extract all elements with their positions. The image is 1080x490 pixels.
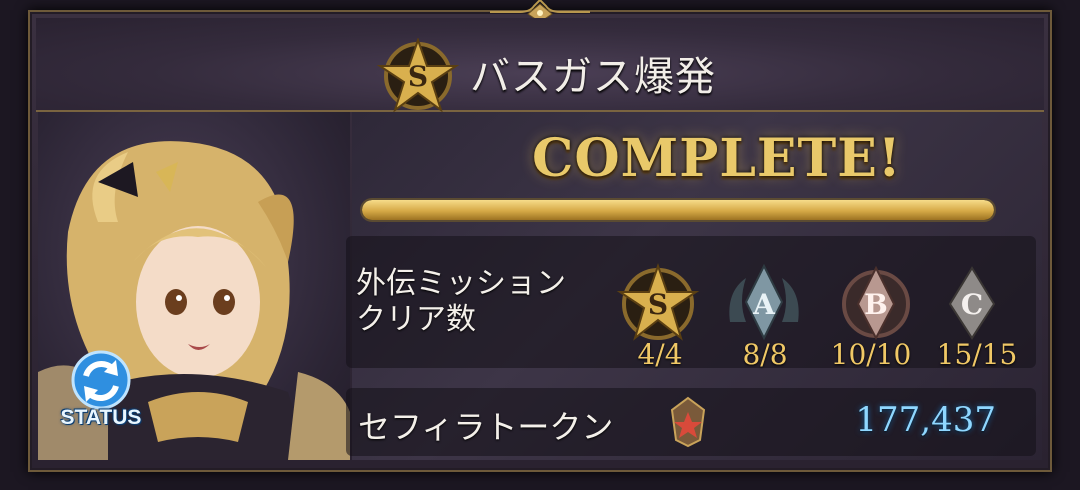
s-rank-badge-icon: S <box>616 262 700 341</box>
s-rank-emblem-icon: S <box>376 38 460 112</box>
rank-s-letter: S <box>648 288 668 321</box>
side-mission-label-line1: 外伝ミッション <box>356 266 566 301</box>
rank-c-letter: C <box>961 288 983 321</box>
rank-a-count: 8/8 <box>742 338 788 371</box>
completion-progress-bar <box>360 198 996 222</box>
complete-label: COMPLETE! <box>532 128 902 189</box>
sephira-token-label: セフィラトークン <box>358 408 614 446</box>
rank-b-letter: B <box>864 288 888 321</box>
a-rank-badge-icon: A <box>729 263 799 341</box>
rank-a-letter: A <box>752 288 776 321</box>
rank-c-count: 15/15 <box>936 338 1018 371</box>
sephira-token-icon <box>670 396 706 448</box>
side-mission-label-line2: クリア数 <box>356 302 476 337</box>
title-rank-letter: S <box>408 60 428 93</box>
status-button-label: STATUS <box>60 406 142 429</box>
rank-b-count: 10/10 <box>830 338 912 371</box>
completion-progress-fill <box>362 200 994 220</box>
sephira-token-value: 177,437 <box>855 400 996 440</box>
c-rank-badge-icon: C <box>948 266 996 340</box>
status-button[interactable]: STATUS <box>46 346 156 442</box>
rank-s-count: 4/4 <box>637 338 683 371</box>
stage-title: バスガス爆発 <box>470 54 716 100</box>
b-rank-badge-icon: B <box>842 265 910 341</box>
side-mission-label: 外伝ミッション クリア数 <box>356 266 566 338</box>
